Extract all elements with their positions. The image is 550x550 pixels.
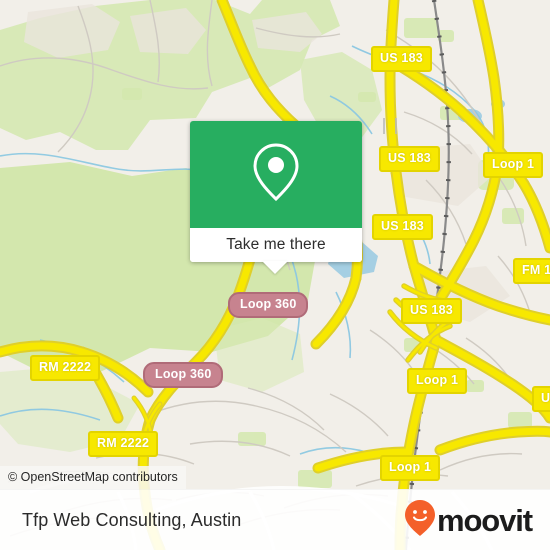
place-name-label: Tfp Web Consulting, Austin xyxy=(22,509,242,530)
road-shield-rm2222-north: RM 2222 xyxy=(30,355,101,381)
map-screenshot: US 183 US 183 US 183 US 183 Loop 1 Loop … xyxy=(0,0,550,550)
bottom-info-bar: Tfp Web Consulting, Austin moovit xyxy=(0,489,550,550)
take-me-there-button-label: Take me there xyxy=(226,236,326,253)
road-shield-fm1325: FM 132 xyxy=(513,258,550,284)
road-pill-loop360-south: Loop 360 xyxy=(143,362,224,388)
popup-card-header xyxy=(190,121,362,228)
moovit-brand[interactable]: moovit xyxy=(404,499,533,541)
location-popup-card[interactable]: Take me there xyxy=(190,121,362,262)
road-shield-us-edge: US xyxy=(532,386,550,412)
road-shield-loop1-south: Loop 1 xyxy=(380,455,441,481)
road-shield-rm2222-south: RM 2222 xyxy=(88,431,159,457)
map-attribution[interactable]: © OpenStreetMap contributors xyxy=(0,466,186,489)
moovit-smiley-pin-icon xyxy=(404,499,435,541)
road-shield-us183-mid: US 183 xyxy=(379,146,440,172)
popup-card-action[interactable]: Take me there xyxy=(190,228,362,262)
road-shield-loop1-mid: Loop 1 xyxy=(407,368,468,394)
location-pin-icon xyxy=(250,141,302,208)
road-shield-loop1-north: Loop 1 xyxy=(483,152,544,178)
road-pill-loop360-north: Loop 360 xyxy=(228,292,309,318)
road-shield-us183-south: US 183 xyxy=(401,298,462,324)
road-shield-us183-lower: US 183 xyxy=(372,214,433,240)
road-shield-us183-north: US 183 xyxy=(371,46,432,72)
popup-card-tail xyxy=(262,261,288,274)
moovit-wordmark: moovit xyxy=(436,502,533,538)
